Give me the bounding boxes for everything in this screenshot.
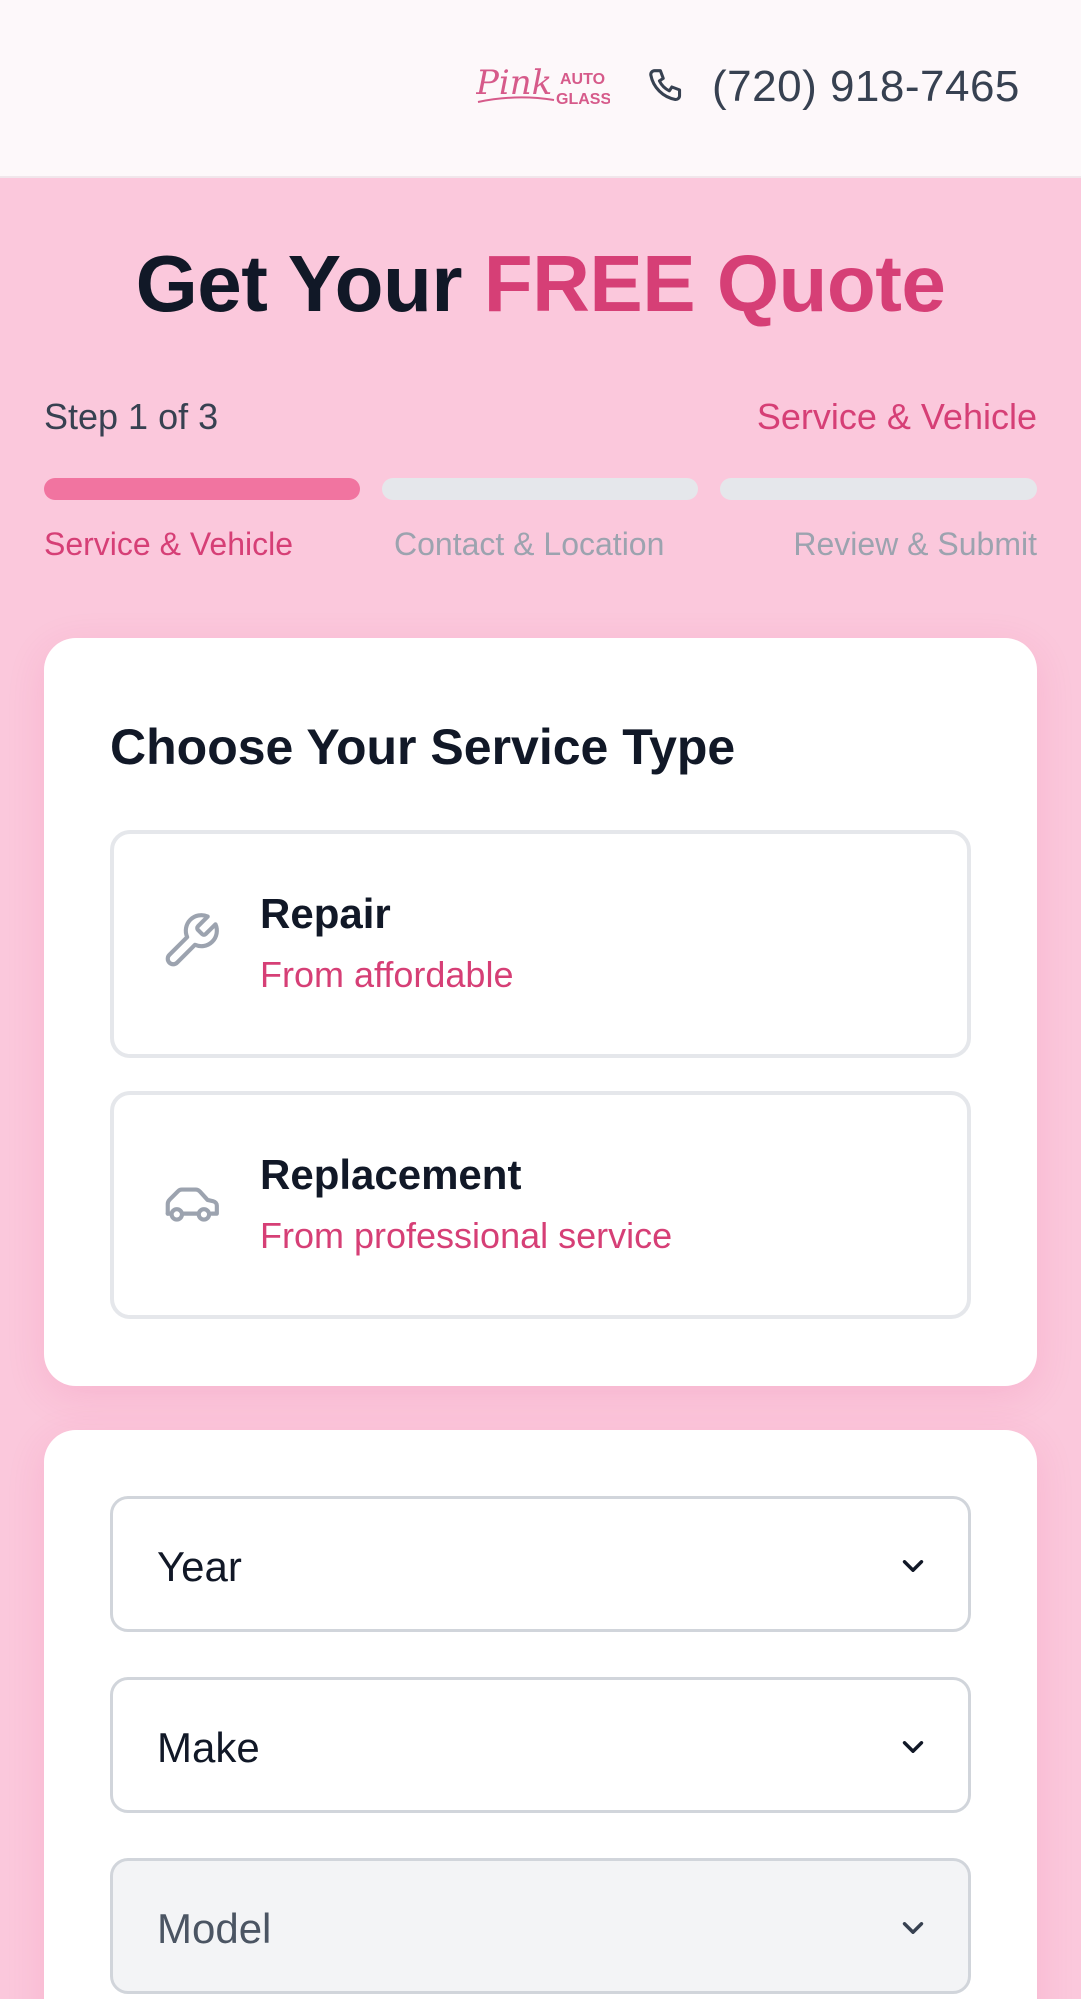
option-subtitle-repair: From affordable bbox=[260, 954, 514, 995]
step-label-review-submit: Review & Submit bbox=[793, 526, 1037, 562]
title-prefix: Get Your bbox=[135, 239, 463, 328]
step-counter: Step 1 of 3 bbox=[44, 396, 219, 437]
progress-bar-step-2 bbox=[382, 478, 698, 500]
progress-bar-step-3 bbox=[720, 478, 1037, 500]
model-select-value: Model bbox=[157, 1905, 272, 1952]
service-type-card: Choose Your Service Type Repair From aff… bbox=[44, 638, 1037, 1386]
phone-icon[interactable] bbox=[646, 64, 692, 110]
chevron-down-icon bbox=[902, 1741, 924, 1753]
current-step-name: Service & Vehicle bbox=[756, 396, 1037, 437]
vehicle-card: Year Make Model bbox=[44, 1430, 1037, 1999]
step-label-service-vehicle: Service & Vehicle bbox=[44, 526, 294, 562]
progress-bar-step-1 bbox=[44, 478, 360, 500]
wrench-icon bbox=[165, 913, 219, 967]
site-header: Pink AUTO GLASS (720) 918-7465 bbox=[0, 0, 1081, 178]
logo-line1: AUTO bbox=[560, 71, 605, 88]
service-option-repair[interactable]: Repair From affordable bbox=[110, 830, 971, 1058]
make-select[interactable]: Make bbox=[110, 1677, 971, 1813]
year-select-value: Year bbox=[157, 1543, 242, 1590]
pink-auto-glass-logo[interactable]: Pink AUTO GLASS bbox=[476, 58, 610, 112]
model-select[interactable]: Model bbox=[110, 1858, 971, 1994]
phone-number-link[interactable]: (720) 918-7465 bbox=[712, 62, 1020, 112]
option-title-replacement: Replacement bbox=[260, 1151, 522, 1198]
chevron-down-icon bbox=[902, 1560, 924, 1572]
year-select[interactable]: Year bbox=[110, 1496, 971, 1632]
title-accent: FREE Quote bbox=[483, 239, 946, 328]
make-select-value: Make bbox=[157, 1724, 260, 1771]
service-type-heading: Choose Your Service Type bbox=[110, 719, 736, 775]
logo-line2: GLASS bbox=[556, 91, 610, 108]
step-label-contact-location: Contact & Location bbox=[394, 526, 665, 562]
option-subtitle-replacement: From professional service bbox=[260, 1215, 673, 1256]
chevron-down-icon bbox=[902, 1922, 924, 1934]
car-icon bbox=[165, 1187, 219, 1222]
service-option-replacement[interactable]: Replacement From professional service bbox=[110, 1091, 971, 1319]
option-title-repair: Repair bbox=[260, 890, 391, 937]
page-title: Get Your FREE Quote bbox=[0, 238, 1081, 330]
